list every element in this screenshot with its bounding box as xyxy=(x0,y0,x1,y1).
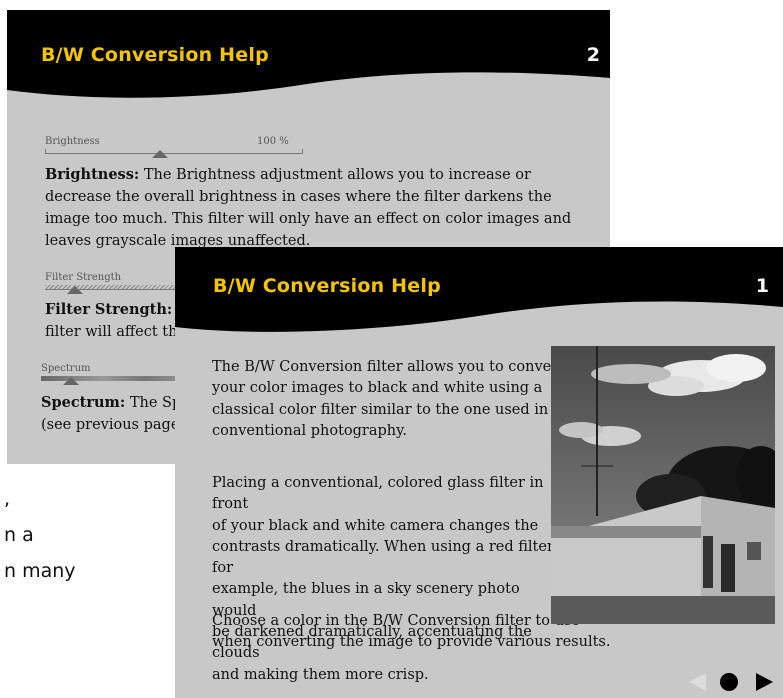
page-number: 1 xyxy=(755,275,769,297)
slider-label: Brightness xyxy=(45,136,100,147)
panel-title: B/W Conversion Help xyxy=(213,275,441,297)
background-text-fragment: n many xyxy=(4,560,76,582)
help-panel-page-1: B/W Conversion Help 1 The B/W Conversion… xyxy=(175,247,783,698)
brightness-slider[interactable]: Brightness 100 % xyxy=(45,136,303,166)
panel-header: B/W Conversion Help 1 xyxy=(175,247,783,343)
next-page-button[interactable] xyxy=(756,673,773,691)
text-line: contrasts dramatically. When using a red… xyxy=(212,538,557,577)
description-text: (see previous page). xyxy=(41,417,190,433)
background-text-fragment: , xyxy=(4,488,11,510)
bw-landscape-photo xyxy=(551,346,775,624)
filter-paragraph: Placing a conventional, colored glass fi… xyxy=(212,473,567,686)
slider-thumb[interactable] xyxy=(63,377,79,385)
slider-thumb[interactable] xyxy=(152,150,169,158)
panel-title: B/W Conversion Help xyxy=(41,44,269,66)
text-line: your color images to black and white usi… xyxy=(212,380,543,397)
description-heading: Brightness: xyxy=(45,166,140,183)
wave-header-bg xyxy=(175,247,783,332)
slider-track xyxy=(45,149,303,154)
text-line: Placing a conventional, colored glass fi… xyxy=(212,475,544,513)
current-page-dot-icon xyxy=(720,673,738,691)
description-text: filter will affect the xyxy=(45,324,187,340)
text-line: conventional photography. xyxy=(212,422,407,439)
slider-value: 100 % xyxy=(257,136,289,147)
filter-strength-slider[interactable]: Filter Strength xyxy=(45,272,195,302)
description-heading: Spectrum: xyxy=(41,394,126,411)
intro-paragraph: The B/W Conversion filter allows you to … xyxy=(212,357,567,442)
page-number: 2 xyxy=(586,44,600,66)
brightness-description: Brightness: The Brightness adjustment al… xyxy=(45,164,595,252)
prev-page-button[interactable] xyxy=(689,673,706,691)
slider-label: Filter Strength xyxy=(45,272,122,283)
text-line: and making them more crisp. xyxy=(212,666,429,683)
spectrum-description: Spectrum: The Spe (see previous page). xyxy=(41,392,190,436)
slider-thumb[interactable] xyxy=(67,286,83,294)
text-line: The B/W Conversion filter allows you to … xyxy=(212,359,565,375)
background-text-fragment: n a xyxy=(4,524,34,546)
spectrum-slider[interactable]: Spectrum xyxy=(41,363,191,393)
text-line: classical color filter similar to the on… xyxy=(212,401,549,418)
description-heading: Filter Strength: xyxy=(45,301,173,318)
text-line: when converting the image to provide var… xyxy=(212,634,611,651)
text-line: of your black and white camera changes t… xyxy=(212,517,539,534)
slider-label: Spectrum xyxy=(41,363,91,374)
filter-strength-description: Filter Strength: Th filter will affect t… xyxy=(45,299,196,343)
panel-header: B/W Conversion Help 2 xyxy=(7,10,610,106)
